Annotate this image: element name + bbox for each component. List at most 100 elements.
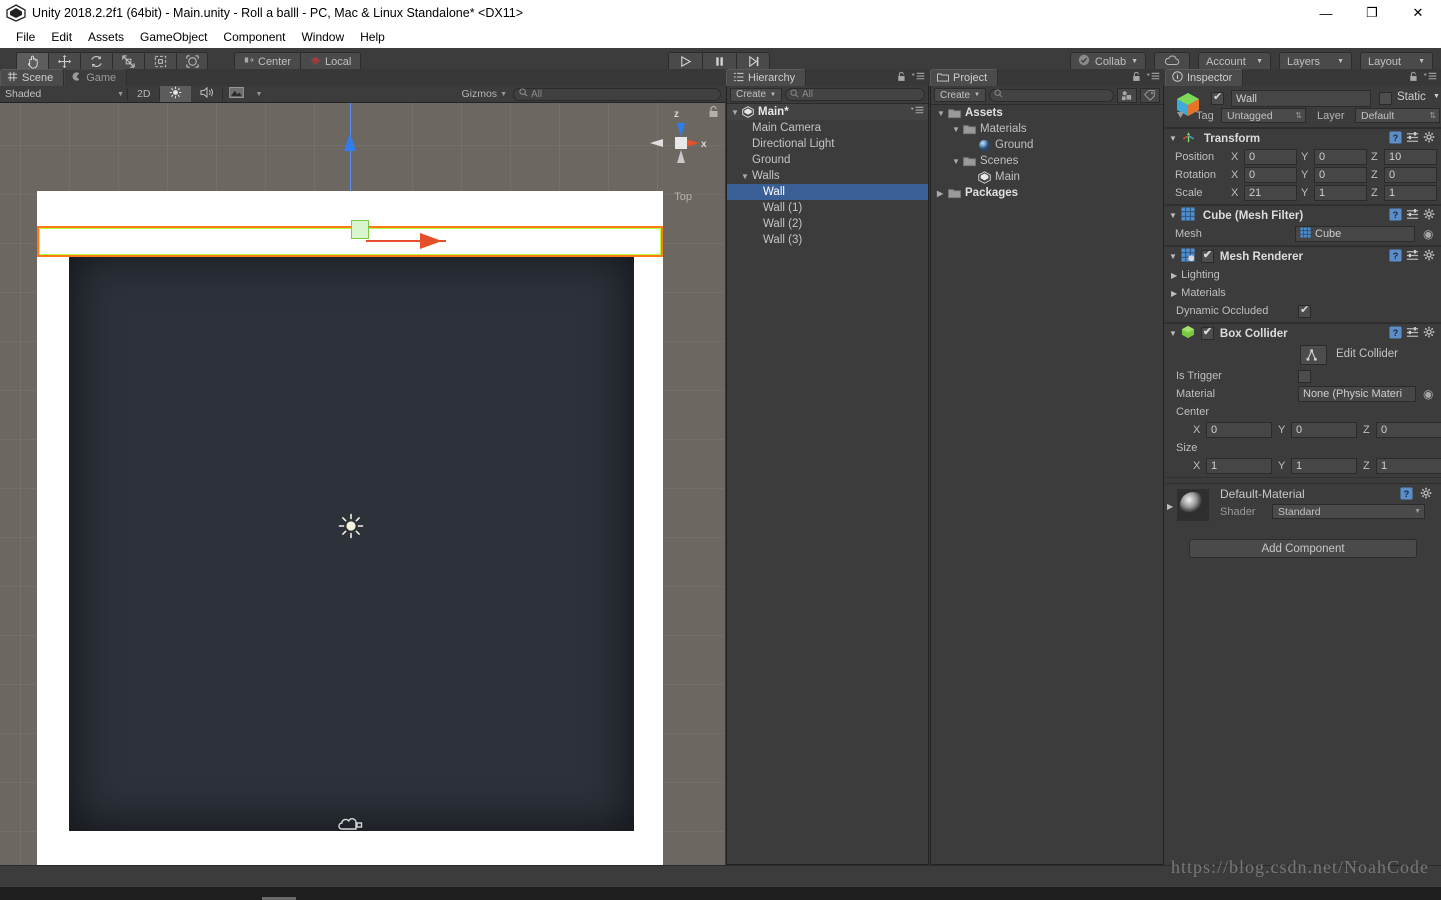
mesh-object-field[interactable]: Cube [1295, 226, 1415, 242]
hierarchy-item-directional-light[interactable]: Directional Light [727, 136, 928, 152]
tab-scene[interactable]: Scene [0, 69, 65, 86]
chevron-down-icon[interactable]: ▼ [1169, 329, 1177, 338]
center-z-value[interactable]: 0 [1376, 422, 1441, 438]
menu-window[interactable]: Window [293, 28, 352, 46]
menu-assets[interactable]: Assets [80, 28, 132, 46]
lock-icon[interactable] [897, 71, 906, 85]
transform-rotation-z-value[interactable]: 0 [1384, 167, 1437, 183]
hierarchy-item-wall-1[interactable]: Wall (1) [727, 200, 928, 216]
preset-icon[interactable] [1406, 326, 1419, 342]
hierarchy-item-wall-3[interactable]: Wall (3) [727, 232, 928, 248]
help-icon[interactable]: ? [1389, 130, 1402, 147]
chevron-down-icon[interactable]: ▼ [731, 108, 742, 117]
chevron-down-icon[interactable]: ▼ [741, 172, 752, 181]
hierarchy-item-ground[interactable]: Ground [727, 152, 928, 168]
transform-rotation-y-field[interactable]: Y0 [1301, 167, 1367, 183]
chevron-down-icon[interactable]: ▼ [952, 157, 963, 166]
scene-search-input[interactable]: All [513, 87, 721, 101]
shader-dropdown[interactable]: Standard ▼ [1272, 504, 1425, 519]
x-axis-arrow[interactable] [420, 233, 442, 249]
chevron-down-icon[interactable]: ▼ [1169, 211, 1177, 220]
center-x-value[interactable]: 0 [1206, 422, 1272, 438]
directional-light-gizmo[interactable] [338, 513, 364, 539]
transform-scale-x-value[interactable]: 21 [1244, 185, 1297, 201]
menu-gameobject[interactable]: GameObject [132, 28, 215, 46]
tab-game[interactable]: Game [64, 69, 128, 86]
project-item-main[interactable]: Main [931, 169, 1163, 185]
project-item-packages[interactable]: ▶ Packages [931, 185, 1163, 201]
hierarchy-search-input[interactable]: All [784, 88, 925, 101]
wall-selection-handle[interactable] [351, 220, 369, 239]
project-item-assets[interactable]: ▼ Assets [931, 105, 1163, 121]
help-icon[interactable]: ? [1389, 248, 1402, 265]
mesh-renderer-header[interactable]: ▼ Mesh Renderer ? [1165, 247, 1441, 266]
project-filter-type-button[interactable] [1117, 87, 1137, 103]
chevron-down-icon[interactable]: ▼ [937, 109, 948, 118]
center-z-field[interactable]: Z 0 [1363, 422, 1441, 438]
size-x-field[interactable]: X 1 [1193, 458, 1272, 474]
toggle-2d-button[interactable]: 2D [128, 86, 159, 102]
transform-position-y-field[interactable]: Y0 [1301, 149, 1367, 165]
transform-header[interactable]: ▼ Transform ? [1165, 129, 1441, 148]
effects-dropdown[interactable]: ▼ [250, 86, 267, 102]
scene-context-menu-icon[interactable] [910, 106, 924, 118]
menu-edit[interactable]: Edit [43, 28, 80, 46]
project-menu-icon[interactable] [1146, 72, 1160, 84]
gameobject-active-checkbox[interactable] [1211, 90, 1224, 105]
transform-position-z-value[interactable]: 10 [1384, 149, 1437, 165]
static-checkbox[interactable] [1379, 92, 1392, 105]
chevron-down-icon[interactable]: ▼ [1169, 252, 1177, 261]
gear-icon[interactable] [1423, 131, 1436, 147]
minimize-button[interactable]: — [1303, 0, 1349, 26]
inspector-menu-icon[interactable] [1423, 72, 1437, 84]
menu-help[interactable]: Help [352, 28, 393, 46]
scene-viewport[interactable]: z x Top [0, 103, 725, 865]
transform-scale-x-field[interactable]: X 21 [1231, 185, 1297, 201]
gear-icon[interactable] [1420, 487, 1433, 503]
box-collider-enabled-checkbox[interactable] [1200, 325, 1214, 340]
preset-icon[interactable] [1406, 208, 1419, 224]
gizmos-dropdown[interactable]: Gizmos ▼ [461, 88, 507, 100]
scene-lock-icon[interactable] [708, 105, 719, 121]
materials-foldout[interactable]: ▶ Materials [1165, 284, 1441, 302]
chevron-down-icon[interactable]: ▼ [1433, 93, 1440, 100]
tag-dropdown[interactable]: Untagged ⇅ [1221, 108, 1306, 123]
transform-position-z-field[interactable]: Z 10 [1371, 149, 1437, 165]
edit-collider-button[interactable] [1300, 345, 1327, 365]
gameobject-name-input[interactable]: Wall [1231, 90, 1371, 107]
transform-rotation-x-field[interactable]: X0 [1231, 167, 1297, 183]
size-x-value[interactable]: 1 [1206, 458, 1272, 474]
center-y-field[interactable]: Y 0 [1278, 422, 1357, 438]
collider-material-field[interactable]: None (Physic Materi [1298, 386, 1416, 402]
mesh-renderer-enabled-checkbox[interactable] [1200, 248, 1214, 263]
lighting-foldout[interactable]: ▶ Lighting [1165, 266, 1441, 284]
menu-file[interactable]: File [8, 28, 43, 46]
preset-icon[interactable] [1406, 249, 1419, 265]
gear-icon[interactable] [1423, 249, 1436, 265]
project-item-scenes[interactable]: ▼ Scenes [931, 153, 1163, 169]
chevron-right-icon[interactable]: ▶ [1167, 502, 1173, 511]
gear-icon[interactable] [1423, 326, 1436, 342]
lock-icon[interactable] [1409, 71, 1418, 85]
chevron-down-icon[interactable]: ▼ [1169, 134, 1177, 143]
project-filter-label-button[interactable] [1140, 87, 1160, 103]
transform-scale-z-field[interactable]: Z1 [1371, 185, 1437, 201]
is-trigger-checkbox[interactable] [1298, 369, 1311, 383]
audio-toggle-button[interactable] [191, 86, 222, 102]
gear-icon[interactable] [1423, 208, 1436, 224]
mesh-filter-header[interactable]: ▼ Cube (Mesh Filter) ? [1165, 206, 1441, 225]
add-component-button[interactable]: Add Component [1189, 539, 1417, 558]
hierarchy-create-button[interactable]: Create ▼ [730, 87, 782, 102]
close-button[interactable]: ✕ [1395, 0, 1441, 26]
lock-icon[interactable] [1132, 71, 1141, 85]
help-icon[interactable]: ? [1400, 487, 1413, 503]
help-icon[interactable]: ? [1389, 207, 1402, 224]
transform-rotation-z-field[interactable]: Z0 [1371, 167, 1437, 183]
chevron-down-icon[interactable]: ▼ [952, 125, 963, 134]
hierarchy-item-wall[interactable]: Wall [727, 184, 928, 200]
center-y-value[interactable]: 0 [1291, 422, 1357, 438]
size-y-field[interactable]: Y 1 [1278, 458, 1357, 474]
transform-scale-y-field[interactable]: Y1 [1301, 185, 1367, 201]
transform-position-x-value[interactable]: 0 [1244, 149, 1297, 165]
tab-hierarchy[interactable]: Hierarchy [726, 69, 807, 86]
